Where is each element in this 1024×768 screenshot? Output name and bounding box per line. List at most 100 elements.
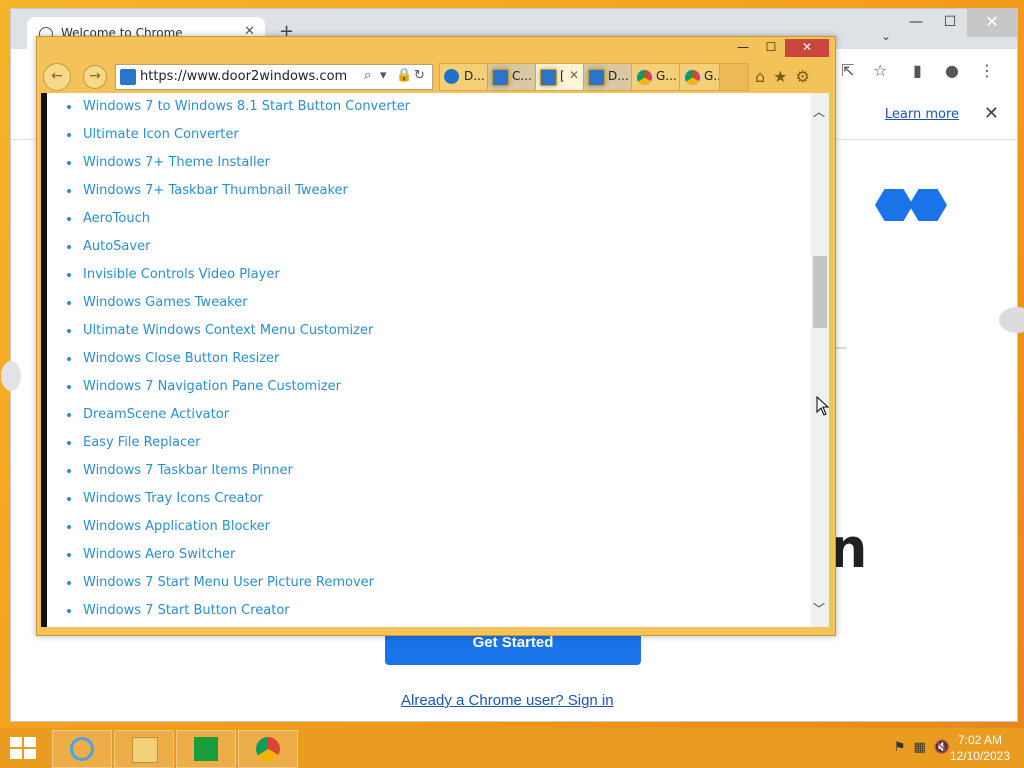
dropdown-icon[interactable]: ▾	[380, 68, 387, 83]
ie-tab-4[interactable]: D...	[583, 63, 632, 91]
tab-label: C...	[512, 69, 532, 83]
ie-window[interactable]: — ☐ ✕ ← → https://www.door2windows.com/d…	[36, 36, 836, 636]
program-link[interactable]: AutoSaver	[83, 233, 150, 261]
program-link[interactable]: Windows 7+ Taskbar Thumbnail Tweaker	[83, 177, 348, 205]
bullet	[67, 385, 71, 389]
bullet	[67, 161, 71, 165]
bullet	[67, 525, 71, 529]
mouse-cursor-icon	[816, 396, 830, 416]
program-link[interactable]: AeroTouch	[83, 205, 150, 233]
program-link[interactable]: Ultimate Icon Converter	[83, 121, 239, 149]
program-link[interactable]: Windows 7 Start Menu User Picture Remove…	[83, 569, 374, 597]
system-clock[interactable]: 7:02 AM 12/10/2023	[950, 732, 1010, 764]
close-button[interactable]: ✕	[785, 39, 829, 57]
minimize-button[interactable]: —	[729, 39, 757, 57]
taskbar-internet-explorer[interactable]	[52, 730, 112, 768]
tab-label: G...	[656, 69, 677, 83]
program-link[interactable]: Windows Application Blocker	[83, 513, 270, 541]
ie-toolbar-icons: ⌂ ★ ⚙	[755, 67, 810, 86]
program-link[interactable]: Windows 7 Taskbar Items Pinner	[83, 457, 293, 485]
vertical-scrollbar[interactable]: ︿ ﹀	[811, 93, 829, 627]
maximize-button[interactable]: ☐	[933, 9, 967, 37]
volume-muted-icon[interactable]: 🔇	[934, 740, 950, 755]
bullet	[67, 133, 71, 137]
star-icon[interactable]: ☆	[873, 61, 887, 80]
home-icon[interactable]: ⌂	[755, 67, 765, 86]
ie-tab-1[interactable]: D...	[439, 63, 488, 91]
forward-button[interactable]: →	[83, 65, 107, 89]
chrome-logo	[875, 189, 949, 221]
share-icon[interactable]: ⇱	[841, 61, 854, 80]
back-arrow-icon: ←	[51, 68, 63, 84]
bullet	[67, 245, 71, 249]
program-link[interactable]: Easy File Replacer	[83, 429, 200, 457]
address-url[interactable]: https://www.door2windows.com/downlo	[140, 69, 346, 84]
program-link[interactable]: Windows 7 Start Button Creator	[83, 597, 290, 625]
bullet	[67, 469, 71, 473]
flag-icon[interactable]: ⚑	[894, 740, 906, 755]
chrome-icon	[684, 69, 701, 86]
program-link[interactable]: Windows Aero Switcher	[83, 541, 235, 569]
program-link[interactable]: Windows 7 to Windows 8.1 Start Button Co…	[83, 93, 410, 121]
bullet	[67, 217, 71, 221]
program-link[interactable]: Windows Close Button Resizer	[83, 345, 279, 373]
site-favicon-icon	[120, 69, 136, 85]
minimize-button[interactable]: —	[899, 9, 933, 37]
scroll-down-icon[interactable]: ﹀	[813, 600, 825, 617]
bullet	[67, 413, 71, 417]
page-content: Windows 7 to Windows 8.1 Start Button Co…	[41, 93, 823, 627]
program-link[interactable]: Windows Games Tweaker	[83, 289, 248, 317]
ie-tab-3-active[interactable]: [ ✕	[535, 63, 584, 91]
bullet	[67, 301, 71, 305]
tab-label: D...	[608, 69, 629, 83]
start-button[interactable]	[10, 737, 36, 759]
settings-gear-icon[interactable]: ⚙	[796, 67, 810, 86]
internet-explorer-icon	[70, 737, 94, 761]
program-link[interactable]: Ultimate Windows Context Menu Customizer	[83, 317, 373, 345]
bullet	[67, 497, 71, 501]
sign-in-link[interactable]: Already a Chrome user? Sign in	[401, 692, 614, 709]
learn-more-link[interactable]: Learn more	[885, 107, 959, 122]
taskbar-file-explorer[interactable]	[114, 730, 174, 768]
program-link[interactable]: DreamScene Activator	[83, 401, 229, 429]
bullet	[67, 357, 71, 361]
maximize-button[interactable]: ☐	[757, 39, 785, 57]
back-button[interactable]: ←	[43, 63, 71, 91]
scroll-up-icon[interactable]: ︿	[813, 103, 825, 120]
close-icon[interactable]: ✕	[984, 103, 999, 124]
menu-icon[interactable]: ⋮	[979, 61, 995, 80]
taskbar: ⚑ ▦ 🔇 7:02 AM 12/10/2023	[0, 728, 1024, 768]
bullet	[67, 105, 71, 109]
program-link[interactable]: Invisible Controls Video Player	[83, 261, 280, 289]
search-icon[interactable]: ⌕	[364, 68, 371, 83]
ie-icon	[540, 69, 557, 86]
profile-icon[interactable]: ●	[945, 61, 959, 80]
side-panel-icon[interactable]: ▮	[913, 61, 922, 80]
clock-date: 12/10/2023	[949, 749, 1010, 763]
ie-tab-5[interactable]: G...	[631, 63, 680, 91]
close-tab-icon[interactable]: ✕	[569, 68, 579, 82]
tab-search-button[interactable]: ⌄	[881, 29, 891, 43]
program-link[interactable]: Windows 7 Navigation Pane Customizer	[83, 373, 341, 401]
lock-icon[interactable]: 🔒	[396, 68, 412, 83]
taskbar-chrome[interactable]	[238, 730, 298, 768]
bullet	[67, 329, 71, 333]
program-link[interactable]: Windows 7+ Theme Installer	[83, 149, 270, 177]
scrollbar-thumb[interactable]	[813, 256, 827, 328]
forward-arrow-icon: →	[89, 68, 101, 84]
ie-tab-2[interactable]: C...	[487, 63, 536, 91]
close-button[interactable]: ✕	[967, 9, 1017, 37]
refresh-icon[interactable]: ↻	[414, 68, 425, 83]
favorites-star-icon[interactable]: ★	[773, 67, 787, 86]
chrome-window-controls: — ☐ ✕	[899, 9, 1017, 39]
file-explorer-icon	[132, 737, 158, 763]
program-link[interactable]: Windows Tray Icons Creator	[83, 485, 263, 513]
tab-label: D...	[464, 69, 485, 83]
taskbar-store[interactable]	[176, 730, 236, 768]
address-bar[interactable]: https://www.door2windows.com/downlo ⌕ ▾ …	[115, 64, 433, 90]
ie-icon	[588, 69, 605, 86]
new-tab-button[interactable]	[719, 63, 749, 91]
ie-window-controls: — ☐ ✕	[729, 39, 829, 59]
network-icon[interactable]: ▦	[914, 740, 926, 755]
bullet	[67, 581, 71, 585]
